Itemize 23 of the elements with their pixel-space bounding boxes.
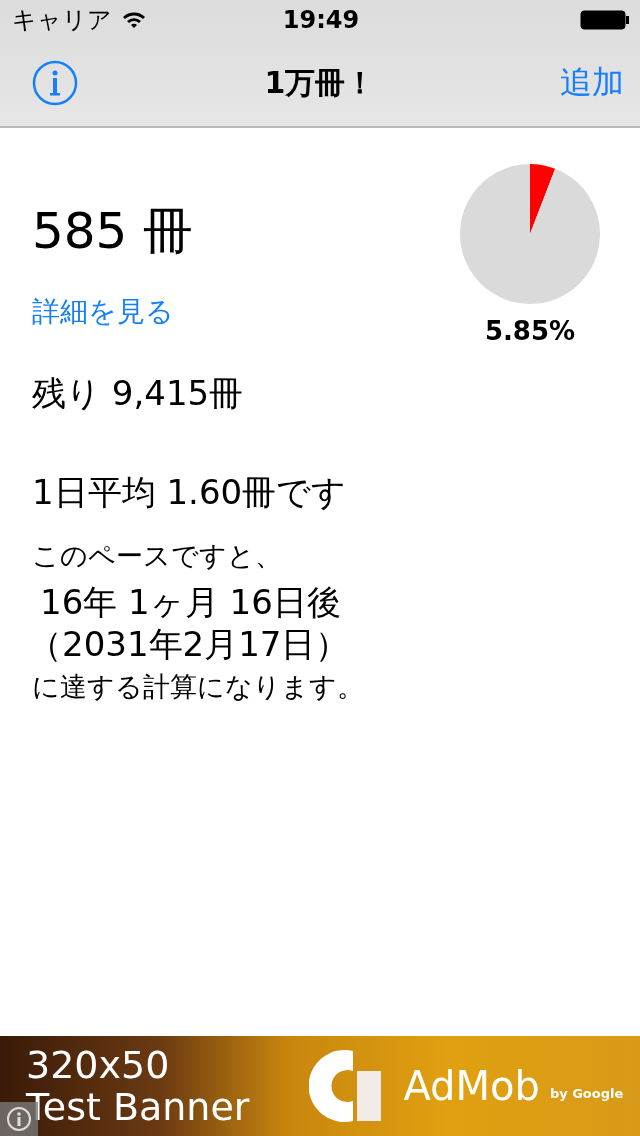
add-button[interactable]: 追加 bbox=[560, 61, 624, 105]
ad-brand-text: AdMob bbox=[403, 1063, 540, 1109]
ad-size-text: 320x50 bbox=[26, 1046, 171, 1084]
ad-banner[interactable]: 320x50 Test Banner AdMob by Google bbox=[0, 1036, 640, 1136]
status-time: 19:49 bbox=[282, 6, 360, 34]
ad-byline-text: by Google bbox=[549, 1085, 624, 1101]
forecast-outro: に達する計算になります。 bbox=[32, 669, 365, 704]
forecast-intro: このペースですと、 bbox=[32, 539, 283, 573]
wifi-icon bbox=[122, 11, 146, 29]
carrier-name: キャリア bbox=[12, 5, 112, 36]
battery-icon bbox=[580, 10, 630, 30]
book-count: 585 冊 bbox=[32, 201, 194, 262]
forecast-duration: 16年 1ヶ月 16日後 bbox=[40, 580, 342, 624]
ad-label-text: Test Banner bbox=[26, 1088, 250, 1126]
progress-percent: 5.85% bbox=[484, 316, 576, 346]
nav-title: 1万冊！ bbox=[263, 63, 377, 102]
remaining-text: 残り 9,415冊 bbox=[32, 372, 245, 415]
daily-average-text: 1日平均 1.60冊です bbox=[32, 470, 348, 513]
info-button[interactable] bbox=[32, 60, 78, 106]
ad-logo-icon bbox=[309, 1049, 384, 1123]
forecast-date: （2031年2月17日） bbox=[28, 623, 351, 666]
info-icon bbox=[32, 60, 78, 106]
details-link[interactable]: 詳細を見る bbox=[32, 293, 174, 331]
